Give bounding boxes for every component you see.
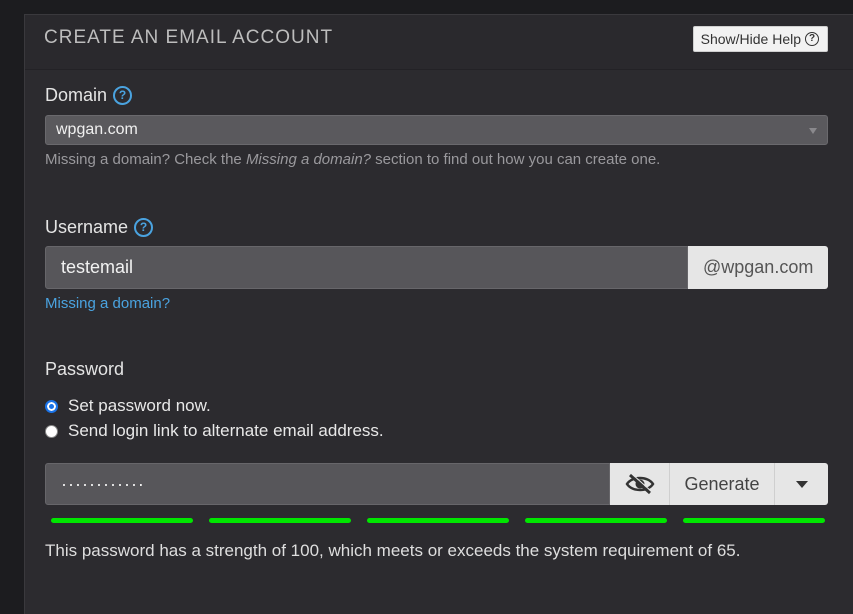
radio-button-checked[interactable]	[45, 399, 58, 413]
domain-label-row: Domain ?	[45, 85, 133, 106]
domain-help-suffix: section to find out how you can create o…	[371, 151, 661, 168]
domain-help-text: Missing a domain? Check the Missing a do…	[45, 151, 660, 168]
strength-segment	[525, 518, 667, 523]
strength-segment	[209, 518, 351, 523]
password-label: Password	[45, 359, 125, 379]
domain-selected-value: wpgan.com	[56, 121, 138, 138]
radio-set-password-now[interactable]: Set password now.	[45, 396, 211, 416]
eye-slash-icon	[625, 473, 654, 495]
password-label-row: Password	[45, 359, 124, 380]
username-label: Username	[45, 217, 129, 237]
chevron-down-icon	[809, 128, 817, 134]
page-gutter	[0, 0, 24, 592]
domain-help-icon[interactable]: ?	[113, 86, 133, 105]
missing-domain-link[interactable]: Missing a domain?	[45, 295, 170, 312]
radio-label: Send login link to alternate email addre…	[68, 421, 384, 440]
strength-segment	[51, 518, 193, 523]
panel-title: CREATE AN EMAIL ACCOUNT	[44, 27, 334, 48]
password-strength-text: This password has a strength of 100, whi…	[45, 541, 741, 560]
password-strength-meter	[51, 518, 825, 523]
password-actions: Generate	[610, 463, 828, 505]
radio-send-login-link[interactable]: Send login link to alternate email addre…	[45, 421, 384, 441]
toggle-password-visibility-button[interactable]	[610, 463, 670, 505]
username-domain-suffix: @wpgan.com	[688, 246, 828, 289]
domain-label: Domain	[45, 85, 108, 105]
show-hide-help-label: Show/Hide Help	[700, 31, 801, 47]
password-input[interactable]: ············	[45, 463, 610, 505]
generate-options-dropdown[interactable]	[775, 463, 828, 505]
username-label-row: Username ?	[45, 217, 154, 238]
radio-label: Set password now.	[68, 396, 211, 415]
domain-help-prefix: Missing a domain? Check the	[45, 151, 246, 168]
question-circle-icon: ?	[805, 32, 819, 46]
radio-button[interactable]	[45, 424, 58, 438]
show-hide-help-button[interactable]: Show/Hide Help ?	[692, 26, 828, 52]
generate-password-button[interactable]: Generate	[670, 463, 775, 505]
panel-header: CREATE AN EMAIL ACCOUNT Show/Hide Help ?	[25, 15, 853, 70]
strength-segment	[683, 518, 825, 523]
create-email-panel: CREATE AN EMAIL ACCOUNT Show/Hide Help ?…	[24, 14, 853, 614]
strength-segment	[367, 518, 509, 523]
username-help-icon[interactable]: ?	[134, 218, 154, 237]
domain-select[interactable]: wpgan.com	[45, 115, 828, 145]
domain-help-emphasis: Missing a domain?	[245, 151, 371, 168]
caret-down-icon	[795, 480, 808, 488]
username-input[interactable]: testemail	[45, 246, 688, 289]
